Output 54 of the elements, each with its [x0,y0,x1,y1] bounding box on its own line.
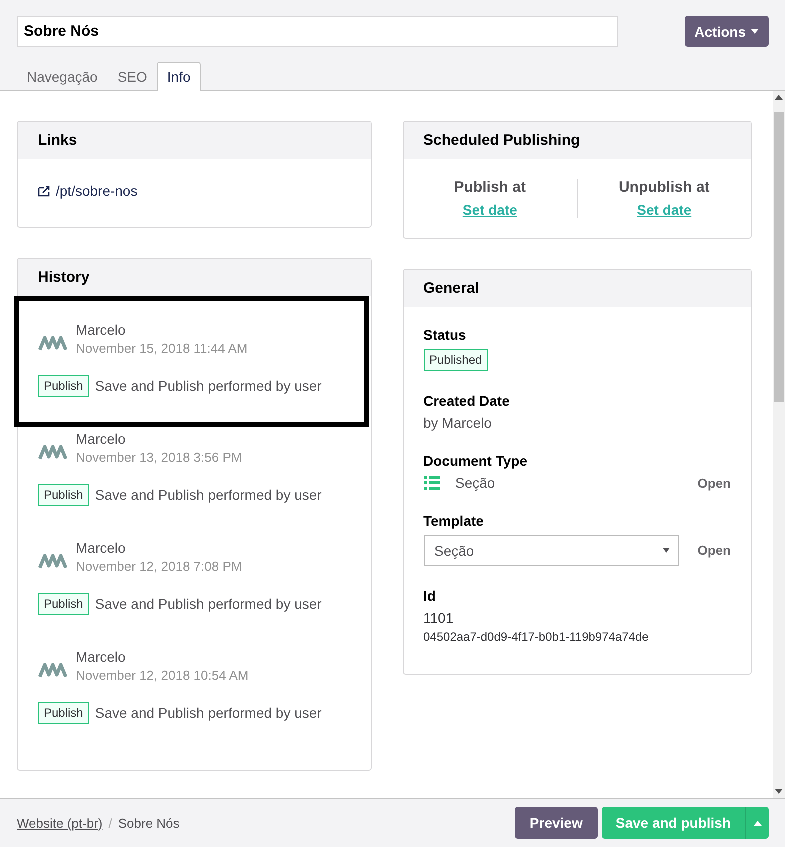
breadcrumb-separator: / [108,816,112,830]
card-title: Links [18,122,370,159]
entry-message: Save and Publish performed by user [95,596,322,612]
external-link-icon [38,186,50,196]
open-link[interactable]: Open [698,476,731,490]
user-name: Marcelo [76,322,127,338]
scroll-up-icon[interactable] [775,95,783,100]
tab[interactable]: SEO [108,62,158,91]
entry-message: Save and Publish performed by user [95,378,322,394]
field-label: Status [424,327,468,343]
entry-date: November 12, 2018 7:08 PM [76,559,242,574]
preview-button[interactable]: Preview [514,807,598,839]
guid-value: 04502aa7-d0d9-4f17-b0b1-119b974a74de [424,630,650,644]
breadcrumb-item[interactable]: Website (pt-br) [17,816,103,830]
title-input[interactable]: Sobre Nós [17,16,618,47]
card-title: History [18,259,370,296]
card-title: Scheduled Publishing [404,122,751,159]
template-select[interactable]: Seção [424,535,678,566]
action-badge: Publish [38,702,90,724]
action-badge: Publish [38,484,90,506]
action-badge: Publish [38,593,90,615]
entry-message: Save and Publish performed by user [95,487,322,503]
entry-date: November 13, 2018 3:56 PM [76,450,242,465]
caret-icon [751,29,759,34]
created-by: by Marcelo [424,415,493,431]
scroll-down-icon[interactable] [775,789,783,794]
field-label: Template [424,513,485,529]
entry-message: Save and Publish performed by user [95,705,322,721]
status-badge: Published [424,349,488,371]
action-badge: Publish [38,375,90,397]
options-caret-button[interactable] [745,807,769,839]
id-value: 1101 [424,610,455,626]
caret-icon [662,548,670,553]
field-label: Created Date [424,393,511,409]
user-name: Marcelo [76,431,127,447]
entry-date: November 15, 2018 11:44 AM [76,341,248,356]
user-name: Marcelo [76,540,127,556]
entry-date: November 12, 2018 10:54 AM [76,668,249,683]
list-icon [424,476,440,490]
scrollbar[interactable] [773,91,785,798]
field-label: Document Type [424,453,528,469]
schedule-label: Unpublish at [618,179,710,196]
page-link[interactable]: /pt/sobre-nos [56,183,138,199]
card-title: General [404,270,751,307]
field-label: Id [424,588,437,604]
caret-icon [754,820,762,826]
schedule-label: Publish at [454,179,526,196]
breadcrumb-item: Sobre Nós [118,816,180,830]
tab[interactable]: Info [157,62,201,91]
actions-button[interactable]: Actions [684,16,769,47]
document-type: Seção [456,475,496,491]
user-name: Marcelo [76,649,127,665]
tab[interactable]: Navegação [17,62,108,91]
open-link[interactable]: Open [698,543,731,558]
